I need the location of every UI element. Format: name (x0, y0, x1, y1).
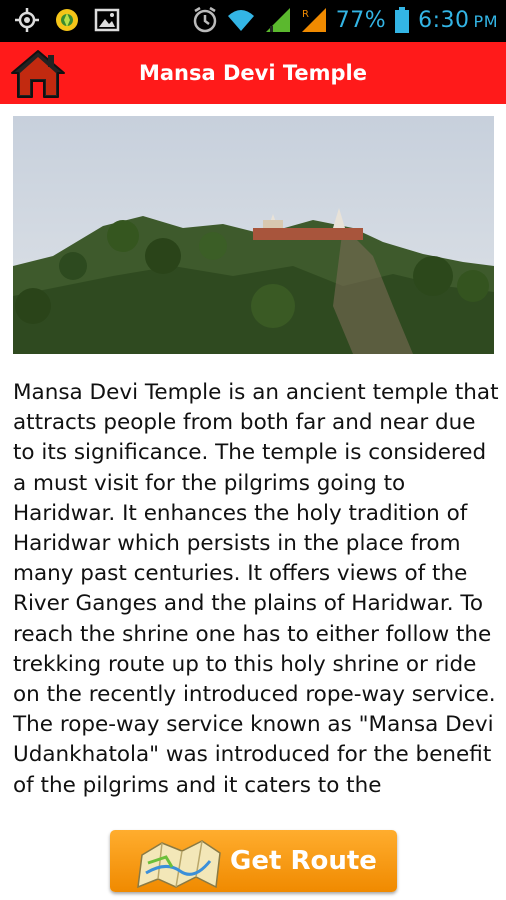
clock: 6:30 PM (418, 8, 498, 33)
get-route-button[interactable]: Get Route (110, 830, 397, 892)
roaming-signal-icon: R (301, 8, 326, 32)
notification-icons (14, 7, 120, 33)
app-bar: Mansa Devi Temple (0, 42, 506, 104)
signal-icon (265, 8, 290, 32)
map-icon (137, 840, 221, 889)
battery-icon (395, 7, 410, 33)
bottom-action-bar: Get Route (0, 818, 506, 900)
description-text: Mansa Devi Temple is an ancient temple t… (13, 380, 499, 798)
location-icon (56, 9, 78, 31)
status-bar: R 77% 6:30 PM (0, 0, 506, 42)
system-icons: R 77% 6:30 PM (192, 6, 498, 34)
image-icon (94, 8, 120, 32)
battery-percent: 77% (335, 7, 387, 33)
clock-ampm: PM (473, 11, 498, 31)
wifi-icon (227, 10, 254, 31)
clock-time: 6:30 (418, 7, 470, 33)
get-route-label: Get Route (230, 846, 377, 876)
svg-text:R: R (302, 9, 309, 20)
alarm-icon (193, 6, 216, 33)
gps-icon (15, 8, 39, 32)
home-button[interactable] (8, 47, 68, 99)
home-icon (11, 50, 65, 98)
page-title: Mansa Devi Temple (138, 61, 367, 85)
temple-photo (13, 116, 494, 354)
